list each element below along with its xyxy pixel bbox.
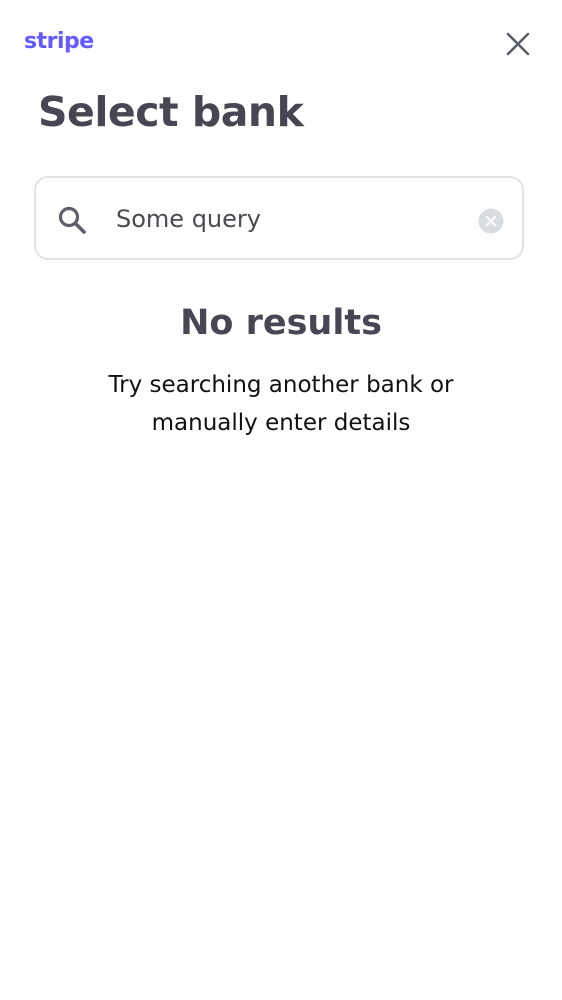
close-button[interactable]: [500, 26, 536, 62]
no-results-heading: No results: [180, 303, 382, 343]
page-title: Select bank: [38, 88, 304, 136]
search-input[interactable]: [116, 198, 456, 240]
search-field[interactable]: [34, 176, 524, 260]
clear-search-button[interactable]: [478, 208, 504, 234]
stripe-logo: stripe: [24, 29, 94, 54]
search-icon: [58, 206, 86, 234]
close-icon: [506, 32, 530, 56]
no-results-message: Try searching another bank or manually e…: [108, 372, 454, 436]
